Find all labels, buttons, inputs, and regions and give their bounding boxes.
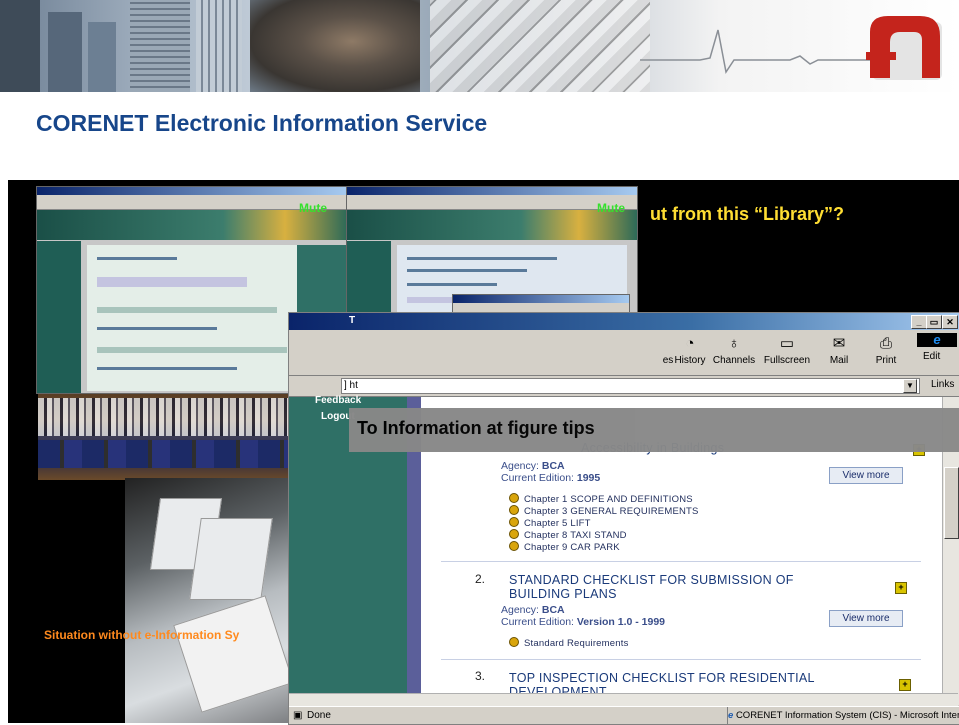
status-bar: ▣ Done e CORENET Information System (CIS… [289, 706, 959, 724]
horizontal-scrollbar[interactable] [289, 693, 958, 706]
binders-photo [125, 478, 294, 723]
divider [441, 561, 921, 562]
header-banner [0, 0, 959, 92]
bullet-icon [509, 517, 519, 527]
browser-toolbar: e es ◔ History ♁ Channels ▭ Fullscreen ✉ Mai… [289, 331, 959, 376]
toolbar-mail-button[interactable]: ✉ Mail [812, 335, 866, 366]
mute-label: Mute [597, 201, 625, 215]
bullet-icon [509, 505, 519, 515]
bullet-icon [509, 493, 519, 503]
ie-icon: e [728, 710, 734, 721]
links-button[interactable]: Links [931, 379, 954, 390]
chapter-link[interactable]: Chapter 5 LIFT [509, 517, 591, 529]
entry-3-title-line1[interactable]: TOP INSPECTION CHECKLIST FOR RESIDENTIAL [509, 671, 815, 685]
logo-icon [866, 16, 942, 80]
overlay-text: To Information at figure tips [357, 418, 595, 438]
nav-feedback[interactable]: Feedback [315, 395, 361, 406]
chapter-link[interactable]: Chapter 1 SCOPE AND DEFINITIONS [509, 493, 693, 505]
view-more-button[interactable]: View more [829, 467, 903, 484]
status-text: Done [307, 710, 331, 721]
bullet-icon [509, 541, 519, 551]
address-input[interactable]: ] ht [341, 378, 920, 394]
entry-2-title-line2[interactable]: BUILDING PLANS [509, 587, 617, 601]
expand-icon[interactable]: + [899, 679, 911, 691]
entry-1-edition: Current Edition: 1995 [501, 472, 601, 484]
print-icon: ⎙ [879, 335, 892, 352]
entry-2-title-line1[interactable]: STANDARD CHECKLIST FOR SUBMISSION OF [509, 573, 794, 587]
toolbar-fullscreen-button[interactable]: ▭ Fullscreen [760, 335, 814, 366]
entry-3-number: 3. [475, 669, 486, 683]
ecg-line [640, 29, 870, 74]
channels-icon: ♁ [728, 335, 740, 352]
entry-1-agency: Agency: BCA [501, 460, 565, 472]
view-more-button[interactable]: View more [829, 610, 903, 627]
chapter-link[interactable]: Chapter 9 CAR PARK [509, 541, 620, 553]
toolbar-channels-button[interactable]: ♁ Channels [707, 335, 761, 366]
minimize-button[interactable]: _ [911, 315, 927, 329]
history-icon: ◔ [685, 335, 695, 352]
title-bar: T _ ▭ ✕ [289, 313, 959, 330]
mail-icon: ✉ [832, 335, 846, 352]
window-title: T [349, 315, 356, 326]
slide-subtitle: ut from this “Library”? [650, 204, 845, 224]
edit-icon: ✎ [923, 333, 935, 349]
bullet-icon [509, 529, 519, 539]
overlay-banner: To Information at figure tips [349, 408, 959, 452]
toolbar-print-button[interactable]: ⎙ Print [859, 335, 913, 366]
chapter-link[interactable]: Chapter 3 GENERAL REQUIREMENTS [509, 505, 699, 517]
scroll-thumb[interactable] [944, 467, 959, 539]
slide-caption: Situation without e-Information Sy [44, 628, 240, 642]
toolbar-edit-label[interactable]: Edit [923, 351, 940, 362]
library-shelf-photo [38, 380, 298, 480]
chapter-link[interactable]: Chapter 8 TAXI STAND [509, 529, 627, 541]
fullscreen-icon: ▭ [779, 335, 795, 352]
slide-title: CORENET Electronic Information Service [36, 110, 488, 136]
address-dropdown-icon[interactable]: ▼ [903, 379, 917, 393]
taskbar-item[interactable]: e CORENET Information System (CIS) - Mic… [727, 707, 959, 724]
divider [441, 659, 921, 660]
requirements-link[interactable]: Standard Requirements [509, 637, 629, 649]
browser-window: T _ ▭ ✕ e es ◔ History ♁ Channels ▭ Fullscr… [288, 312, 959, 725]
entry-2-agency: Agency: BCA [501, 604, 565, 616]
maximize-button[interactable]: ▭ [926, 315, 942, 329]
entry-2-edition: Current Edition: Version 1.0 - 1999 [501, 616, 666, 628]
address-bar-row: ] ht ▼ Links [289, 376, 959, 397]
entry-2-number: 2. [475, 572, 486, 586]
close-button[interactable]: ✕ [942, 315, 958, 329]
ie-page-icon: ▣ [293, 710, 303, 721]
expand-icon[interactable]: + [895, 582, 907, 594]
bullet-icon [509, 637, 519, 647]
mute-label: Mute [299, 201, 327, 215]
